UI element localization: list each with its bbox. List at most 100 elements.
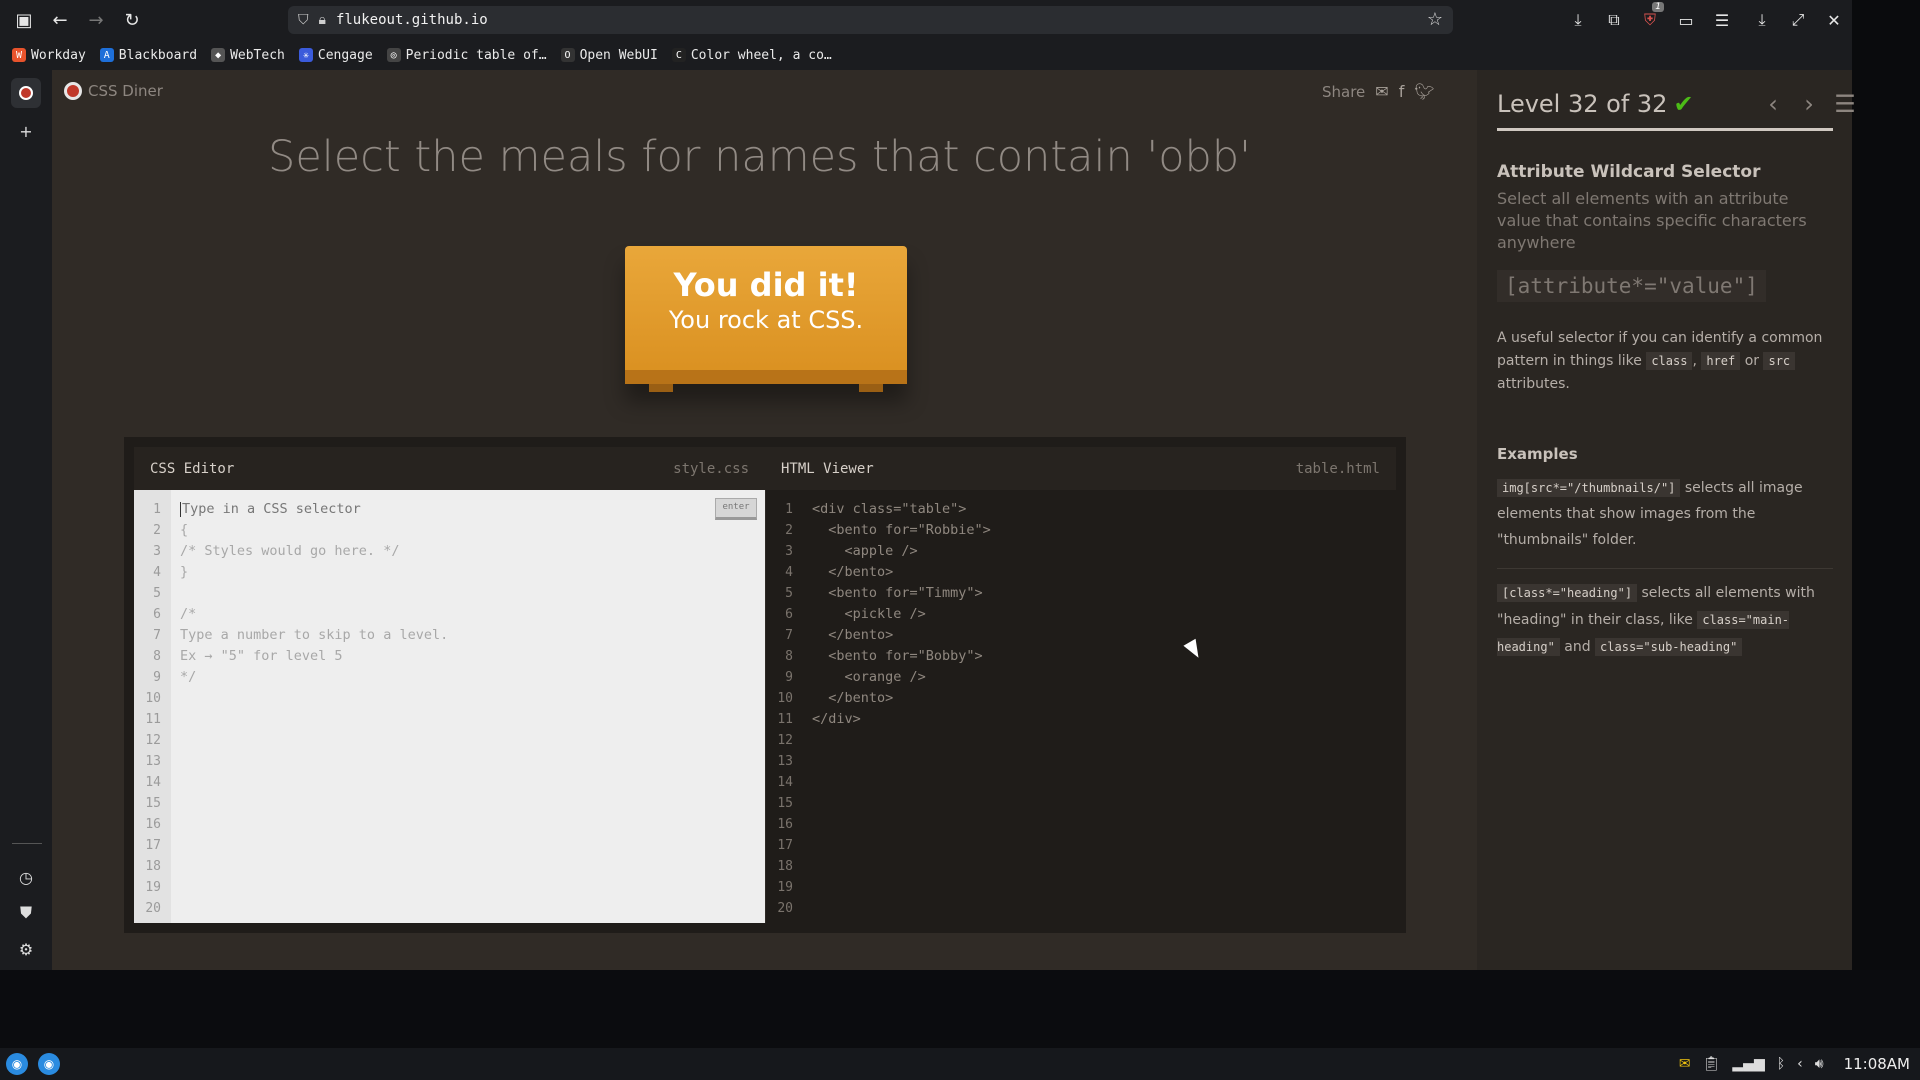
line-number: 16	[777, 817, 793, 832]
downloads-icon[interactable]: ⤓	[1560, 10, 1596, 30]
selector-hint: A useful selector if you can identify a …	[1497, 327, 1837, 396]
line-number: 3	[153, 544, 161, 559]
sidebar-toggle-icon[interactable]: ▣	[6, 0, 42, 40]
browser-task-icon[interactable]: ◉	[38, 1053, 60, 1075]
line-number: 7	[785, 628, 793, 643]
clock[interactable]: 11:08AM	[1844, 1055, 1910, 1073]
volume-icon[interactable]: 🔊︎	[1815, 1056, 1824, 1072]
lock-icon[interactable]: 🔒︎	[319, 12, 326, 28]
url-text[interactable]: flukeout.github.io	[336, 12, 488, 28]
example-1: img[src*="/thumbnails/"] selects all ima…	[1497, 475, 1837, 553]
settings-gear-icon[interactable]: ⚙	[11, 934, 41, 964]
email-icon[interactable]: ✉	[1375, 82, 1388, 101]
next-level-icon[interactable]: ›	[1791, 90, 1827, 118]
facebook-icon[interactable]: f	[1399, 82, 1405, 101]
bookmark-item[interactable]: ◎ Periodic table of…	[386, 48, 547, 63]
code-line: {	[180, 522, 189, 538]
twitter-icon[interactable]: 🐦︎	[1414, 82, 1434, 101]
mail-tray-icon[interactable]: ✉	[1679, 1056, 1691, 1072]
close-icon[interactable]: ✕	[1816, 11, 1852, 30]
line-number: 1	[153, 502, 161, 517]
bookmark-star-icon[interactable]: ☆	[1427, 9, 1443, 30]
network-icon[interactable]: ▂▄▆	[1732, 1056, 1764, 1072]
forward-icon[interactable]: →	[78, 0, 114, 40]
level-menu-icon[interactable]: ☰	[1827, 90, 1863, 118]
line-number: 1	[785, 502, 793, 517]
menu-icon[interactable]: ☰	[1704, 11, 1740, 30]
launcher-icon[interactable]: ◉	[6, 1053, 28, 1075]
level-indicator[interactable]: Level 32 of 32 ✔	[1497, 90, 1694, 118]
browser-sidebar: + ◷ ⛊ ⚙	[0, 70, 52, 970]
bookmark-favicon-icon: ◆	[211, 48, 226, 62]
line-number: 10	[145, 691, 161, 706]
minimize-icon[interactable]: ⤓	[1744, 10, 1780, 30]
css-editor-body[interactable]: 1 2 3 4 5 6 7 8 9 10 11 12 13 14 15 16 17 18 19 20 Type in …	[134, 490, 765, 923]
bookmark-item[interactable]: O Open WebUI	[560, 48, 658, 63]
extensions-icon[interactable]: ⧉	[1596, 10, 1632, 30]
previous-level-icon[interactable]: ‹	[1755, 90, 1791, 118]
web-page: CSS Diner Share ✉ f 🐦︎ Select the meals …	[52, 70, 1856, 970]
sidebar-cssdiner-icon[interactable]	[11, 78, 41, 108]
bookmark-label: Color wheel, a co…	[690, 47, 832, 63]
line-number: 2	[785, 523, 793, 538]
brand[interactable]: CSS Diner	[64, 82, 163, 100]
html-markup[interactable]: <div class="table"> <bento for="Robbie">…	[812, 499, 991, 919]
line-number: 2	[153, 523, 161, 538]
bluetooth-icon[interactable]: ᛒ	[1777, 1056, 1785, 1072]
bookmark-label: WebTech	[230, 47, 285, 63]
line-number: 11	[145, 712, 161, 727]
bookmark-item[interactable]: ✳ Cengage	[298, 48, 373, 63]
level-instruction: Select the meals for names that contain …	[268, 132, 1251, 182]
bookmark-item[interactable]: ◆ WebTech	[211, 48, 285, 63]
line-number: 20	[777, 901, 793, 916]
examples-heading: Examples	[1497, 445, 1578, 463]
line-number: 17	[145, 838, 161, 853]
level-progress-bar	[1497, 128, 1833, 131]
css-input[interactable]: Type in a CSS selector {/* Styles would g…	[180, 499, 448, 919]
line-number: 3	[785, 544, 793, 559]
ublock-icon[interactable]: ⛨ 1	[1632, 2, 1668, 30]
line-number: 18	[145, 859, 161, 874]
code-line: </bento>	[812, 564, 894, 580]
maximize-icon[interactable]: ⤢	[1780, 10, 1816, 30]
line-number: 19	[777, 880, 793, 895]
html-viewer-header: HTML Viewer table.html	[765, 447, 1396, 490]
bookmark-item[interactable]: C Color wheel, a co…	[671, 47, 832, 63]
clipboard-icon[interactable]: 📋︎	[1703, 1056, 1721, 1072]
bookmark-item[interactable]: A Blackboard	[99, 48, 197, 63]
back-icon[interactable]: ←	[42, 0, 78, 40]
add-panel-icon[interactable]: +	[11, 116, 41, 146]
address-bar[interactable]: ⛉ 🔒︎ flukeout.github.io ☆	[288, 6, 1453, 34]
code-line: </bento>	[812, 690, 894, 706]
line-number: 14	[777, 775, 793, 790]
sidebar-panel-icon[interactable]: ▭	[1668, 11, 1704, 30]
html-viewer-body: 1 2 3 4 5 6 7 8 9 10 11 12 13 14 15 16 17 18 19 20 <div cla…	[765, 490, 1396, 923]
hint-text: or	[1740, 353, 1764, 369]
bookmark-item[interactable]: W Workday	[12, 48, 86, 63]
tray-expand-icon[interactable]: ‹	[1797, 1056, 1803, 1072]
history-icon[interactable]: ◷	[11, 862, 41, 892]
bitwarden-icon[interactable]: ⛊	[11, 898, 41, 928]
level-label: Level 32 of 32	[1497, 90, 1668, 118]
css-editor-title: CSS Editor	[150, 460, 235, 477]
html-viewer-filename: table.html	[1295, 460, 1380, 477]
reload-icon[interactable]: ↻	[114, 0, 150, 40]
browser-toolbar: ▣ ← → ↻ ⛉ 🔒︎ flukeout.github.io ☆ ⤓ ⧉ ⛨ 1…	[0, 0, 1852, 40]
sidebar-divider	[12, 843, 42, 844]
code-line: <bento for="Bobby">	[812, 648, 983, 664]
line-number: 18	[777, 859, 793, 874]
line-number: 12	[145, 733, 161, 748]
enter-button[interactable]: enter	[715, 498, 757, 520]
shield-icon[interactable]: ⛉	[298, 12, 309, 28]
